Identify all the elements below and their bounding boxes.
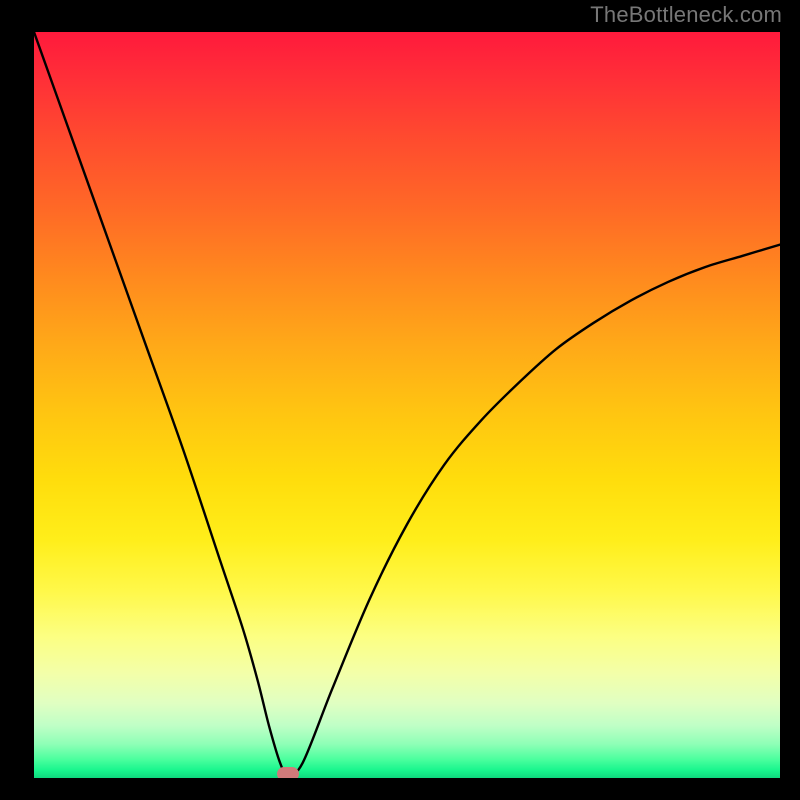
bottleneck-curve: [34, 32, 780, 778]
source-attribution: TheBottleneck.com: [590, 2, 782, 28]
curve-path: [34, 32, 780, 775]
plot-area: [34, 32, 780, 778]
chart-frame: TheBottleneck.com: [0, 0, 800, 800]
optimal-marker: [277, 767, 299, 778]
